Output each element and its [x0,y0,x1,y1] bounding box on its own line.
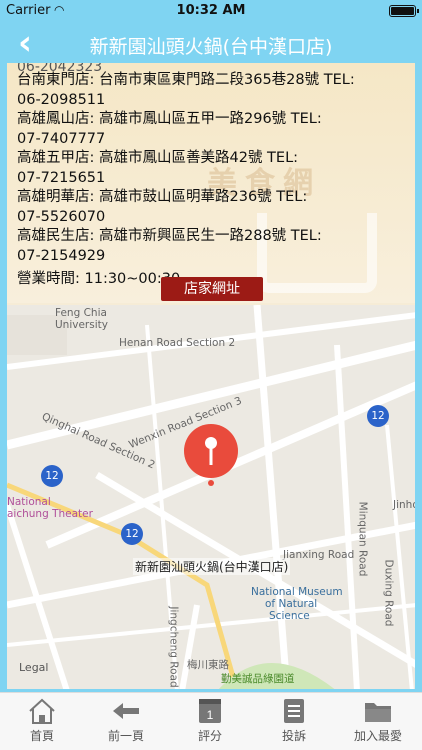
tab-complaint[interactable]: 投訴 [252,693,336,750]
status-bar: Carrier ◠ 10:32 AM [0,0,422,22]
tab-label: 加入最愛 [353,729,402,743]
complaint-icon [284,699,304,723]
store-line: 高雄民生店: 高雄市新興區民生一路288號 TEL: [17,227,407,247]
store-tel[interactable]: 07-7407777 [17,130,407,150]
map-label: National [7,496,51,508]
home-icon [29,698,55,724]
store-address: 高雄市鳳山區五甲一路296號 TEL: [99,111,322,127]
store-content: 美食網 06-2042323 台南東門店: 台南市東區東門路二段365巷28號 … [6,62,416,690]
map-view[interactable]: 12 12 12 Feng Chia University Henan Road… [7,305,415,689]
svg-text:1: 1 [207,708,214,722]
tab-home[interactable]: 首頁 [0,693,84,750]
highway-shield: 12 [367,405,389,427]
store-address: 高雄市鳳山區善美路42號 TEL: [99,150,299,166]
legal-link[interactable]: Legal [19,661,48,674]
folder-icon [365,703,391,722]
map-label: of Natural [265,598,318,610]
store-line: 高雄五甲店: 高雄市鳳山區善美路42號 TEL: [17,149,407,169]
pin-label: 新新園汕頭火鍋(台中漢口店) [133,558,291,575]
tab-add-favorite[interactable]: 加入最愛 [336,693,420,750]
nav-bar: ‹ 新新園汕頭火鍋(台中漢口店) [0,22,422,66]
tab-label: 首頁 [29,729,54,743]
map-label: University [55,319,108,331]
store-website-button[interactable]: 店家網址 [161,277,263,301]
highway-shield: 12 [41,465,63,487]
map-label: Science [269,610,310,622]
store-address: 台南市東區東門路二段365巷28號 TEL: [99,72,355,88]
map-label: Minquan Road [356,501,369,577]
store-tel[interactable]: 07-7215651 [17,169,407,189]
truncated-line: 06-2042323 [17,63,103,71]
store-list: 06-2042323 台南東門店: 台南市東區東門路二段365巷28號 TEL:… [17,63,407,290]
store-name: 高雄鳳山店: [17,111,95,127]
rating-icon: 1 [199,699,221,723]
store-address: 高雄市新興區民生一路288號 TEL: [99,228,322,244]
tab-rating[interactable]: 1 評分 [168,693,252,750]
store-line: 台南東門店: 台南市東區東門路二段365巷28號 TEL: [17,71,407,91]
map-label: 勤美誠品綠園道 [221,673,295,685]
status-time: 10:32 AM [176,3,246,18]
page-title: 新新園汕頭火鍋(台中漢口店) [89,36,333,58]
store-line: 高雄明華店: 高雄市鼓山區明華路236號 TEL: [17,188,407,208]
battery-icon [389,5,419,17]
tab-label: 前一頁 [107,729,144,743]
map-label: Jingcheng Road [167,606,180,688]
store-name: 台南東門店: [17,72,95,88]
tab-bar: 首頁 前一頁 1 評分 投訴 加入最愛 [0,692,422,750]
store-address: 高雄市鼓山區明華路236號 TEL: [99,189,308,205]
store-tel[interactable]: 06-2098511 [17,91,407,111]
tab-label: 評分 [197,729,222,743]
map-label: Feng Chia [55,307,107,319]
store-tel[interactable]: 07-2154929 [17,247,407,267]
highway-shield: 12 [121,523,143,545]
hours-label: 營業時間: [17,271,80,287]
tab-label: 投訴 [281,729,306,743]
tab-previous-page[interactable]: 前一頁 [84,693,168,750]
store-name: 高雄民生店: [17,228,95,244]
store-tel[interactable]: 07-5526070 [17,208,407,228]
map-label: Duxing Road [382,559,395,627]
back-arrow-icon [113,703,139,719]
store-line: 高雄鳳山店: 高雄市鳳山區五甲一路296號 TEL: [17,110,407,130]
map-label: Jinho [393,499,415,511]
map-label: National Museum [251,586,343,598]
map-label: Jianxing Road [283,549,355,561]
store-name: 高雄五甲店: [17,150,95,166]
map-label: 梅川東路 [187,659,229,671]
map-label: aichung Theater [7,508,93,520]
store-name: 高雄明華店: [17,189,95,205]
map-pin-icon[interactable] [179,423,243,495]
map-label: Henan Road Section 2 [119,337,236,349]
map-roads [7,305,415,689]
